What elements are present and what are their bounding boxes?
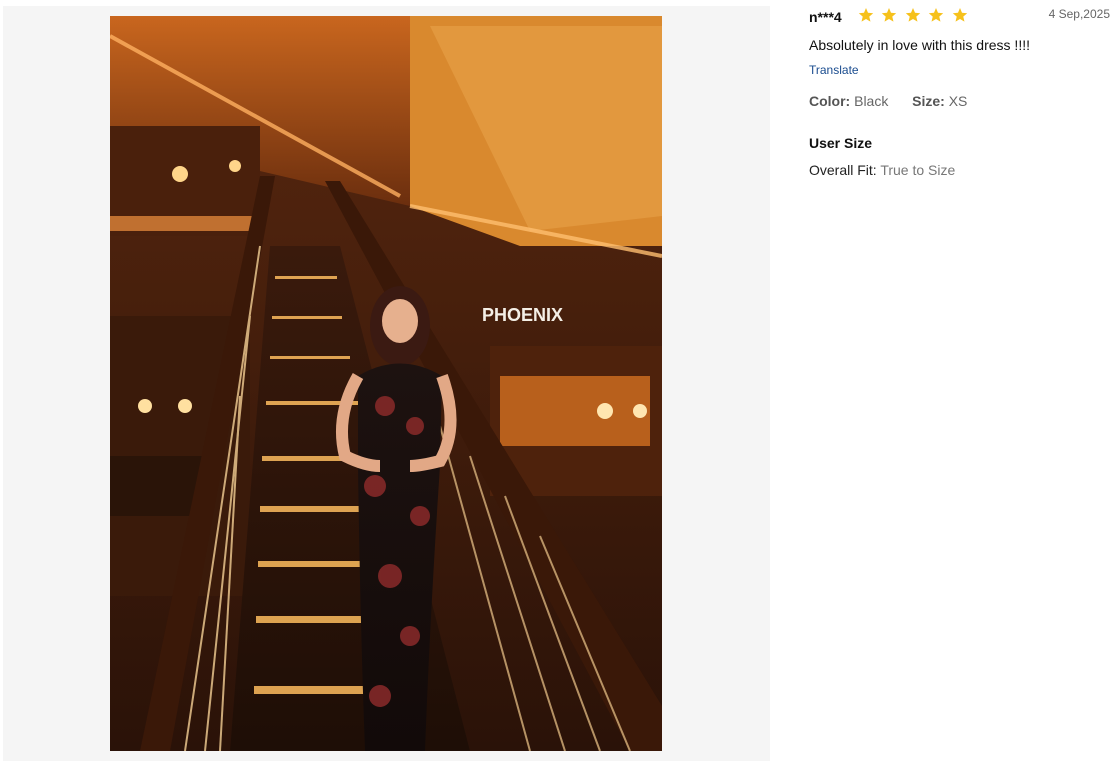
review-image-gallery: PHOENIX <box>3 6 770 761</box>
star-icon <box>858 8 874 22</box>
reviewer-username: n***4 <box>809 9 842 25</box>
review-panel: n***4 4 Sep,2025 Absolutely in love with… <box>809 0 1114 763</box>
size-label: Size: <box>912 93 945 109</box>
user-size-title: User Size <box>809 135 873 151</box>
review-photo-image: PHOENIX <box>110 16 662 751</box>
color-value: Black <box>854 93 889 109</box>
review-header: n***4 4 Sep,2025 <box>809 7 1114 27</box>
fit-value: True to Size <box>880 162 956 178</box>
review-page: PHOENIX n***4 4 Sep,2025 Absolutely in l… <box>0 0 1114 763</box>
rating-stars <box>858 7 971 23</box>
star-icon <box>905 8 921 22</box>
fit-label: Overall Fit: <box>809 162 877 178</box>
overall-fit-row: Overall Fit: True to Size <box>809 162 955 178</box>
color-label: Color: <box>809 93 851 109</box>
star-icon <box>952 8 968 22</box>
review-text: Absolutely in love with this dress !!!! <box>809 37 1030 53</box>
review-date: 4 Sep,2025 <box>1048 7 1110 21</box>
phoenix-sign-text: PHOENIX <box>482 305 563 325</box>
translate-link[interactable]: Translate <box>809 63 859 77</box>
size-value: XS <box>948 93 968 109</box>
review-photo[interactable]: PHOENIX <box>110 16 662 751</box>
star-icon <box>929 8 944 22</box>
purchase-attributes: Color: Black Size: XS <box>809 93 967 109</box>
star-icon <box>882 8 897 22</box>
